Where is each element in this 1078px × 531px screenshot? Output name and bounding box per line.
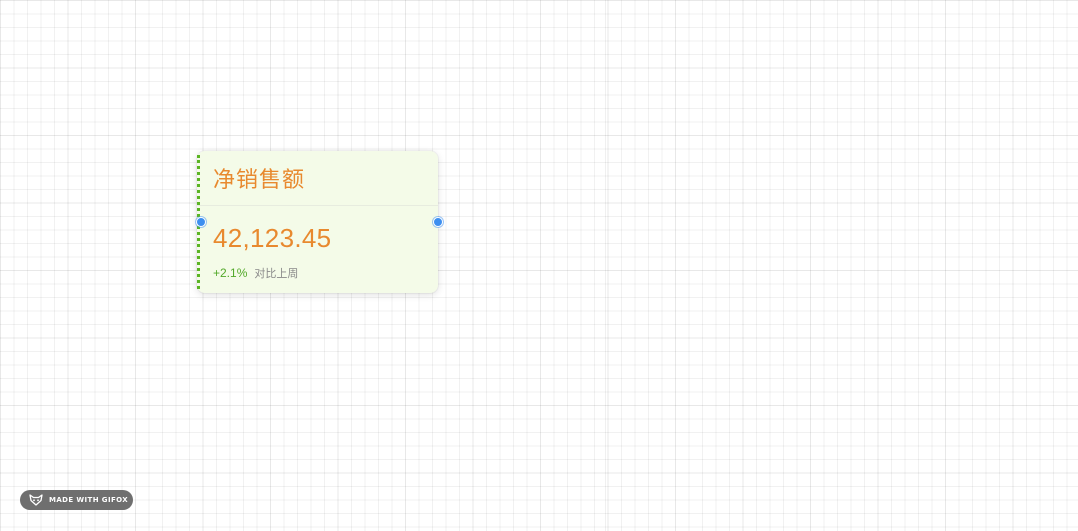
- card-header: 净销售额: [197, 151, 438, 206]
- compare-label: 对比上周: [254, 267, 299, 280]
- fox-icon: [29, 494, 43, 506]
- grid-divider: [605, 0, 606, 531]
- card-title: 净销售额: [213, 168, 306, 193]
- card-value: 42,123.45: [213, 223, 332, 253]
- card-footer: +2.1% 对比上周: [213, 265, 298, 281]
- metric-card[interactable]: 净销售额 42,123.45 +2.1% 对比上周: [197, 151, 438, 293]
- watermark-text: MADE WITH GIFOX: [49, 496, 129, 504]
- connection-handle-right[interactable]: [433, 217, 443, 227]
- delta-value: +2.1%: [213, 266, 248, 280]
- connection-handle-left[interactable]: [196, 217, 206, 227]
- gifox-watermark: MADE WITH GIFOX: [20, 490, 133, 510]
- canvas[interactable]: 净销售额 42,123.45 +2.1% 对比上周 MADE WITH GIFO…: [0, 0, 1078, 531]
